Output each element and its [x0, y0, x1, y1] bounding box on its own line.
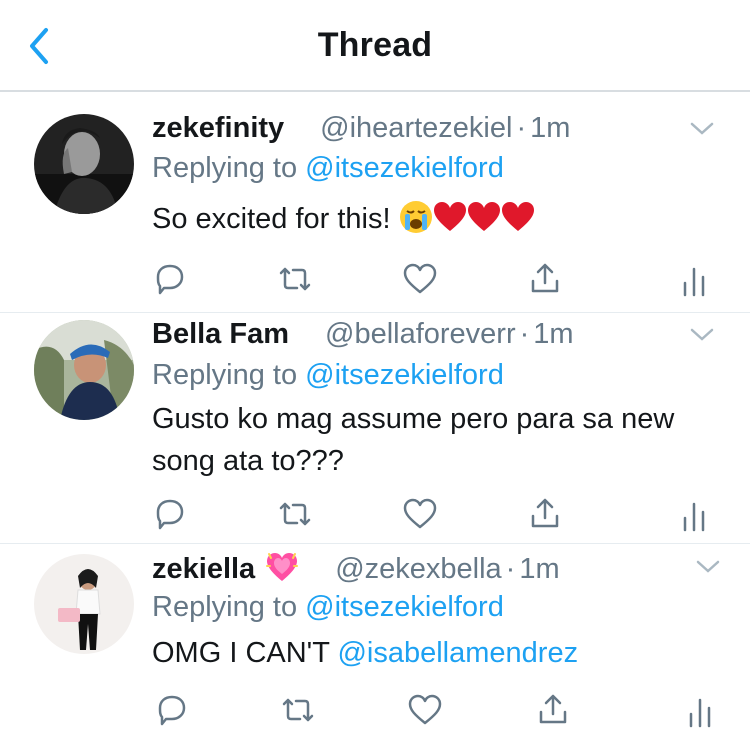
- user-handle[interactable]: @bellaforeverr: [325, 318, 516, 350]
- replying-to-mention[interactable]: @itsezekielford: [305, 152, 504, 184]
- timestamp: 1m: [519, 553, 560, 585]
- chevron-down-icon[interactable]: [696, 560, 720, 574]
- avatar[interactable]: [34, 320, 134, 420]
- separator-dot: ·: [519, 318, 530, 350]
- share-icon[interactable]: [533, 690, 573, 730]
- tweet-body: So excited for this!: [152, 203, 399, 235]
- analytics-icon[interactable]: [674, 261, 714, 301]
- chevron-down-icon[interactable]: [690, 328, 714, 342]
- reply-icon[interactable]: [150, 494, 190, 534]
- share-icon[interactable]: [525, 259, 565, 299]
- tweet-divider: [0, 543, 750, 544]
- retweet-icon[interactable]: [275, 494, 315, 534]
- replying-to-label: Replying to: [152, 152, 306, 184]
- user-handle[interactable]: @iheartezekiel: [320, 112, 512, 144]
- timestamp: 1m: [533, 318, 574, 350]
- avatar[interactable]: [34, 554, 134, 654]
- share-icon[interactable]: [525, 494, 565, 534]
- display-name[interactable]: Bella Fam: [152, 318, 289, 350]
- replying-to-label: Replying to: [152, 359, 306, 391]
- analytics-icon[interactable]: [680, 692, 720, 732]
- separator-dot: ·: [516, 112, 527, 144]
- tweet-text: OMG I CAN'T @isabellamendrez: [152, 632, 722, 674]
- retweet-icon[interactable]: [275, 259, 315, 299]
- user-handle[interactable]: @zekexbella: [335, 553, 501, 585]
- reply-icon[interactable]: [150, 259, 190, 299]
- display-name[interactable]: zekefinity: [152, 112, 284, 144]
- page-title: Thread: [317, 26, 433, 64]
- header-bar: Thread: [0, 0, 750, 92]
- reply-icon[interactable]: [152, 690, 192, 730]
- avatar[interactable]: [34, 114, 134, 214]
- loudly-crying-face-icon: [399, 200, 433, 246]
- like-icon[interactable]: [400, 259, 440, 299]
- tweet-divider: [0, 312, 750, 313]
- timestamp: 1m: [530, 112, 571, 144]
- like-icon[interactable]: [405, 690, 445, 730]
- tweet-text: So excited for this!: [152, 198, 722, 246]
- separator-dot: ·: [505, 553, 516, 585]
- tweet-text: Gusto ko mag assume pero para sa new son…: [152, 403, 675, 477]
- analytics-icon[interactable]: [674, 496, 714, 536]
- red-heart-icon: [501, 200, 535, 246]
- tweet-body: OMG I CAN'T: [152, 637, 338, 669]
- replying-to-line: Replying to @itsezekielford: [152, 591, 504, 624]
- red-heart-icon: [433, 200, 467, 246]
- like-icon[interactable]: [400, 494, 440, 534]
- red-heart-icon: [467, 200, 501, 246]
- sparkling-heart-icon: [265, 550, 299, 592]
- retweet-icon[interactable]: [278, 690, 318, 730]
- replying-to-line: Replying to @itsezekielford: [152, 152, 504, 185]
- replying-to-mention[interactable]: @itsezekielford: [305, 591, 504, 623]
- text-mention[interactable]: @isabellamendrez: [337, 637, 578, 669]
- replying-to-line: Replying to @itsezekielford: [152, 359, 504, 392]
- chevron-down-icon[interactable]: [690, 122, 714, 136]
- display-name[interactable]: zekiella: [152, 553, 255, 585]
- replying-to-mention[interactable]: @itsezekielford: [305, 359, 504, 391]
- replying-to-label: Replying to: [152, 591, 306, 623]
